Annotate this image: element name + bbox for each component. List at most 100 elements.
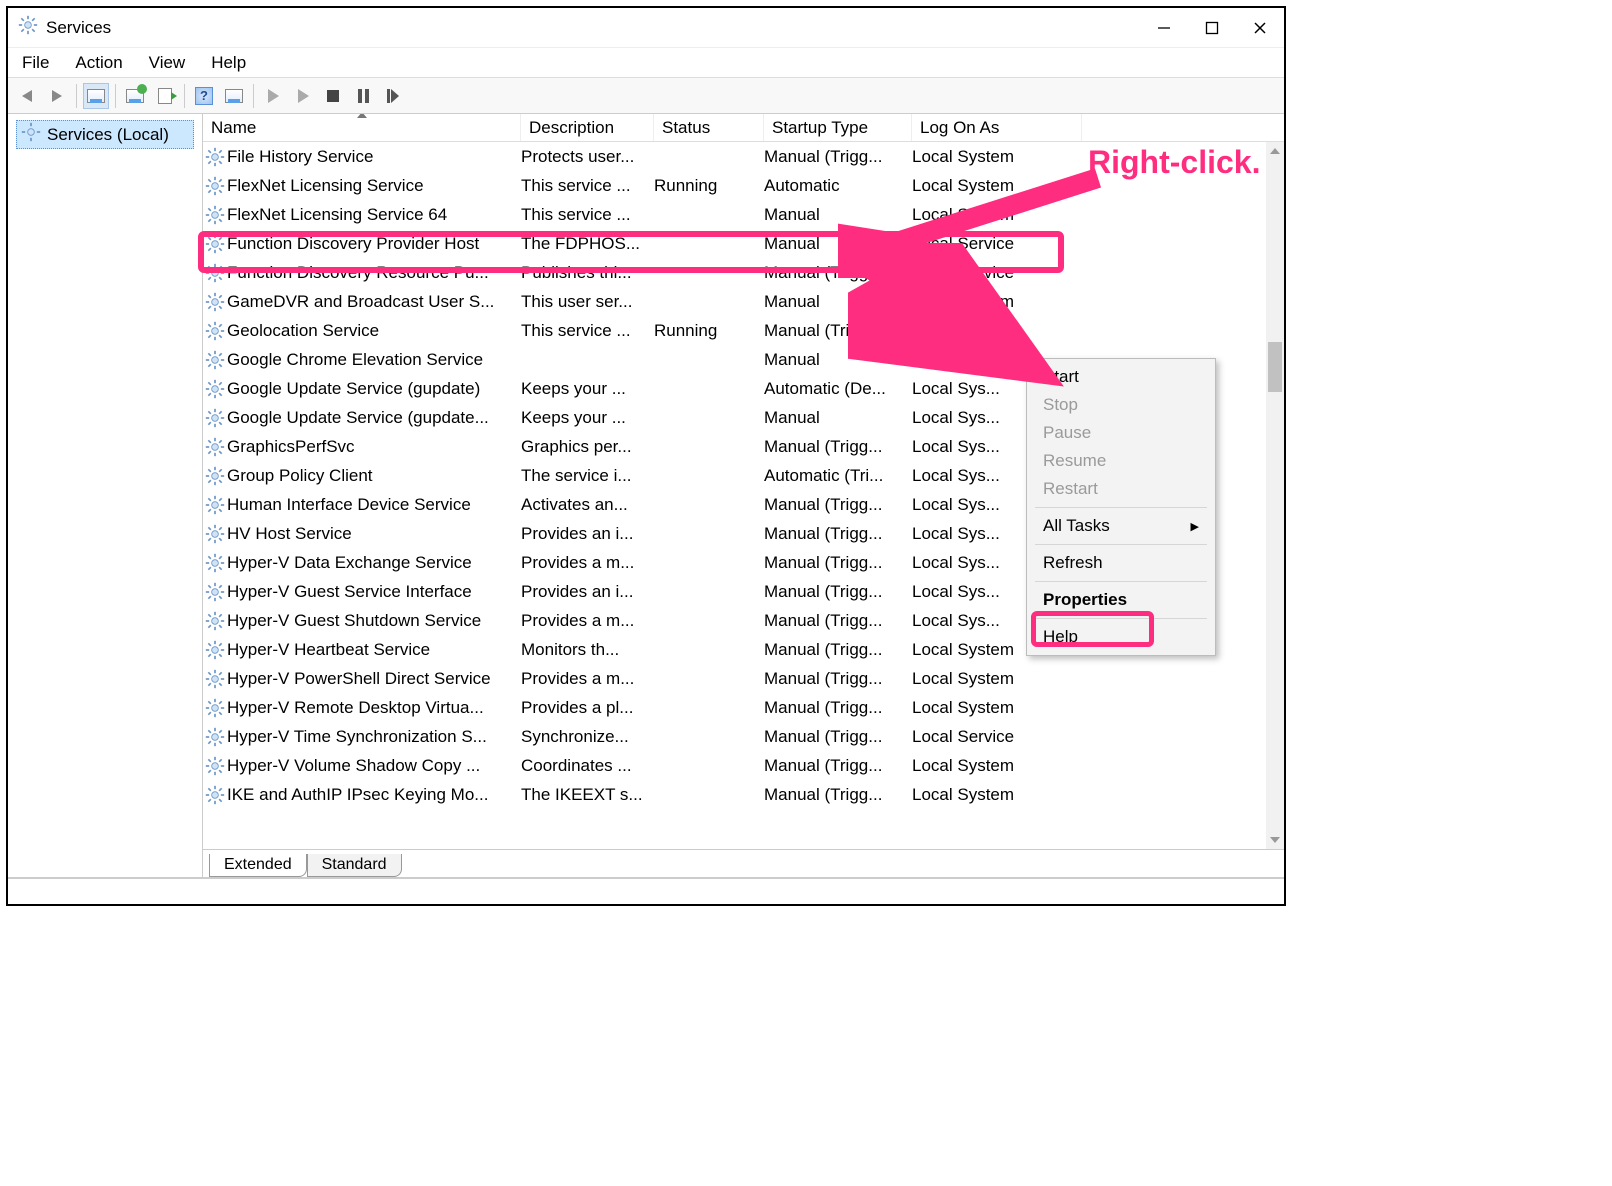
cell-name: Hyper-V Heartbeat Service: [227, 640, 521, 660]
cell-description: The IKEEXT s...: [521, 785, 654, 805]
table-row[interactable]: Hyper-V PowerShell Direct ServiceProvide…: [203, 664, 1284, 693]
table-row[interactable]: Hyper-V Volume Shadow Copy ...Coordinate…: [203, 751, 1284, 780]
cell-startup-type: Manual: [764, 350, 912, 370]
cell-log-on-as: Local System: [912, 292, 1082, 312]
ctx-stop[interactable]: Stop: [1027, 391, 1215, 419]
table-row[interactable]: Geolocation ServiceThis service ...Runni…: [203, 316, 1284, 345]
minimize-button[interactable]: [1140, 8, 1188, 48]
cell-startup-type: Manual (Trigg...: [764, 669, 912, 689]
ctx-pause[interactable]: Pause: [1027, 419, 1215, 447]
cell-description: Synchronize...: [521, 727, 654, 747]
cell-startup-type: Manual (Trigg...: [764, 640, 912, 660]
cell-description: Coordinates ...: [521, 756, 654, 776]
cell-name: GameDVR and Broadcast User S...: [227, 292, 521, 312]
chevron-right-icon: ▶: [1191, 520, 1199, 533]
cell-name: Google Chrome Elevation Service: [227, 350, 521, 370]
table-row[interactable]: File History ServiceProtects user...Manu…: [203, 142, 1284, 171]
cell-startup-type: Automatic (De...: [764, 379, 912, 399]
gear-icon: [203, 640, 227, 660]
maximize-button[interactable]: [1188, 8, 1236, 48]
tree-node-services-local[interactable]: Services (Local): [16, 120, 194, 149]
export-list-button[interactable]: [152, 83, 178, 109]
gear-icon: [203, 669, 227, 689]
cell-description: Activates an...: [521, 495, 654, 515]
cell-log-on-as: Local System: [912, 756, 1082, 776]
titlebar: Services: [8, 8, 1284, 48]
close-button[interactable]: [1236, 8, 1284, 48]
menu-view[interactable]: View: [149, 53, 186, 73]
table-row[interactable]: GameDVR and Broadcast User S...This user…: [203, 287, 1284, 316]
tab-extended[interactable]: Extended: [209, 854, 307, 877]
window-controls: [1140, 8, 1284, 48]
scroll-up-icon[interactable]: [1266, 142, 1284, 160]
back-button[interactable]: [14, 83, 40, 109]
column-startup-type[interactable]: Startup Type: [764, 114, 912, 141]
table-row[interactable]: Function Discovery Provider HostThe FDPH…: [203, 229, 1284, 258]
menu-action[interactable]: Action: [75, 53, 122, 73]
table-row[interactable]: Function Discovery Resource Pu...Publish…: [203, 258, 1284, 287]
column-log-on-as[interactable]: Log On As: [912, 114, 1082, 141]
properties-button[interactable]: [221, 83, 247, 109]
ctx-all-tasks[interactable]: All Tasks▶: [1027, 512, 1215, 540]
ctx-properties[interactable]: Properties: [1027, 586, 1215, 614]
start-service-button[interactable]: [260, 83, 286, 109]
gear-icon: [203, 408, 227, 428]
start-service-button-2[interactable]: [290, 83, 316, 109]
column-status[interactable]: Status: [654, 114, 764, 141]
cell-startup-type: Manual (Trigg...: [764, 263, 912, 283]
table-row[interactable]: Hyper-V Remote Desktop Virtua...Provides…: [203, 693, 1284, 722]
column-name[interactable]: Name: [203, 114, 521, 141]
cell-startup-type: Manual: [764, 408, 912, 428]
vertical-scrollbar[interactable]: [1266, 142, 1284, 849]
gear-icon: [203, 437, 227, 457]
scrollbar-thumb[interactable]: [1268, 342, 1282, 392]
menubar: File Action View Help: [8, 48, 1284, 78]
gear-icon: [203, 205, 227, 225]
cell-description: This user ser...: [521, 292, 654, 312]
gear-icon: [203, 234, 227, 254]
column-description[interactable]: Description: [521, 114, 654, 141]
cell-description: The FDPHOS...: [521, 234, 654, 254]
scroll-down-icon[interactable]: [1266, 831, 1284, 849]
table-row[interactable]: IKE and AuthIP IPsec Keying Mo...The IKE…: [203, 780, 1284, 809]
cell-description: Provides a m...: [521, 669, 654, 689]
cell-startup-type: Manual (Trigg...: [764, 611, 912, 631]
cell-description: The service i...: [521, 466, 654, 486]
pause-service-button[interactable]: [350, 83, 376, 109]
help-button[interactable]: ?: [191, 83, 217, 109]
restart-service-button[interactable]: [380, 83, 406, 109]
bottom-tabs: Extended Standard: [203, 849, 1284, 877]
ctx-refresh[interactable]: Refresh: [1027, 549, 1215, 577]
gear-icon: [203, 292, 227, 312]
stop-service-button[interactable]: [320, 83, 346, 109]
gear-icon: [203, 263, 227, 283]
cell-startup-type: Manual (Trigg...: [764, 147, 912, 167]
cell-status: Running: [654, 321, 764, 341]
ctx-resume[interactable]: Resume: [1027, 447, 1215, 475]
cell-description: Provides a m...: [521, 553, 654, 573]
menu-help[interactable]: Help: [211, 53, 246, 73]
tree-pane[interactable]: Services (Local): [8, 114, 203, 877]
context-menu: Start Stop Pause Resume Restart All Task…: [1026, 358, 1216, 656]
ctx-restart[interactable]: Restart: [1027, 475, 1215, 503]
tab-standard[interactable]: Standard: [307, 854, 402, 877]
cell-name: FlexNet Licensing Service 64: [227, 205, 521, 225]
refresh-button[interactable]: [122, 83, 148, 109]
gear-icon: [203, 553, 227, 573]
table-row[interactable]: FlexNet Licensing Service 64This service…: [203, 200, 1284, 229]
forward-button[interactable]: [44, 83, 70, 109]
show-hide-console-tree-button[interactable]: [83, 83, 109, 109]
cell-name: Function Discovery Provider Host: [227, 234, 521, 254]
gear-icon: [203, 698, 227, 718]
cell-name: HV Host Service: [227, 524, 521, 544]
cell-description: Keeps your ...: [521, 379, 654, 399]
menu-file[interactable]: File: [22, 53, 49, 73]
table-row[interactable]: Hyper-V Time Synchronization S...Synchro…: [203, 722, 1284, 751]
gear-icon: [21, 122, 41, 147]
app-icon: [18, 15, 38, 40]
cell-name: IKE and AuthIP IPsec Keying Mo...: [227, 785, 521, 805]
ctx-help[interactable]: Help: [1027, 623, 1215, 651]
gear-icon: [203, 147, 227, 167]
ctx-start[interactable]: Start: [1027, 363, 1215, 391]
table-row[interactable]: FlexNet Licensing ServiceThis service ..…: [203, 171, 1284, 200]
